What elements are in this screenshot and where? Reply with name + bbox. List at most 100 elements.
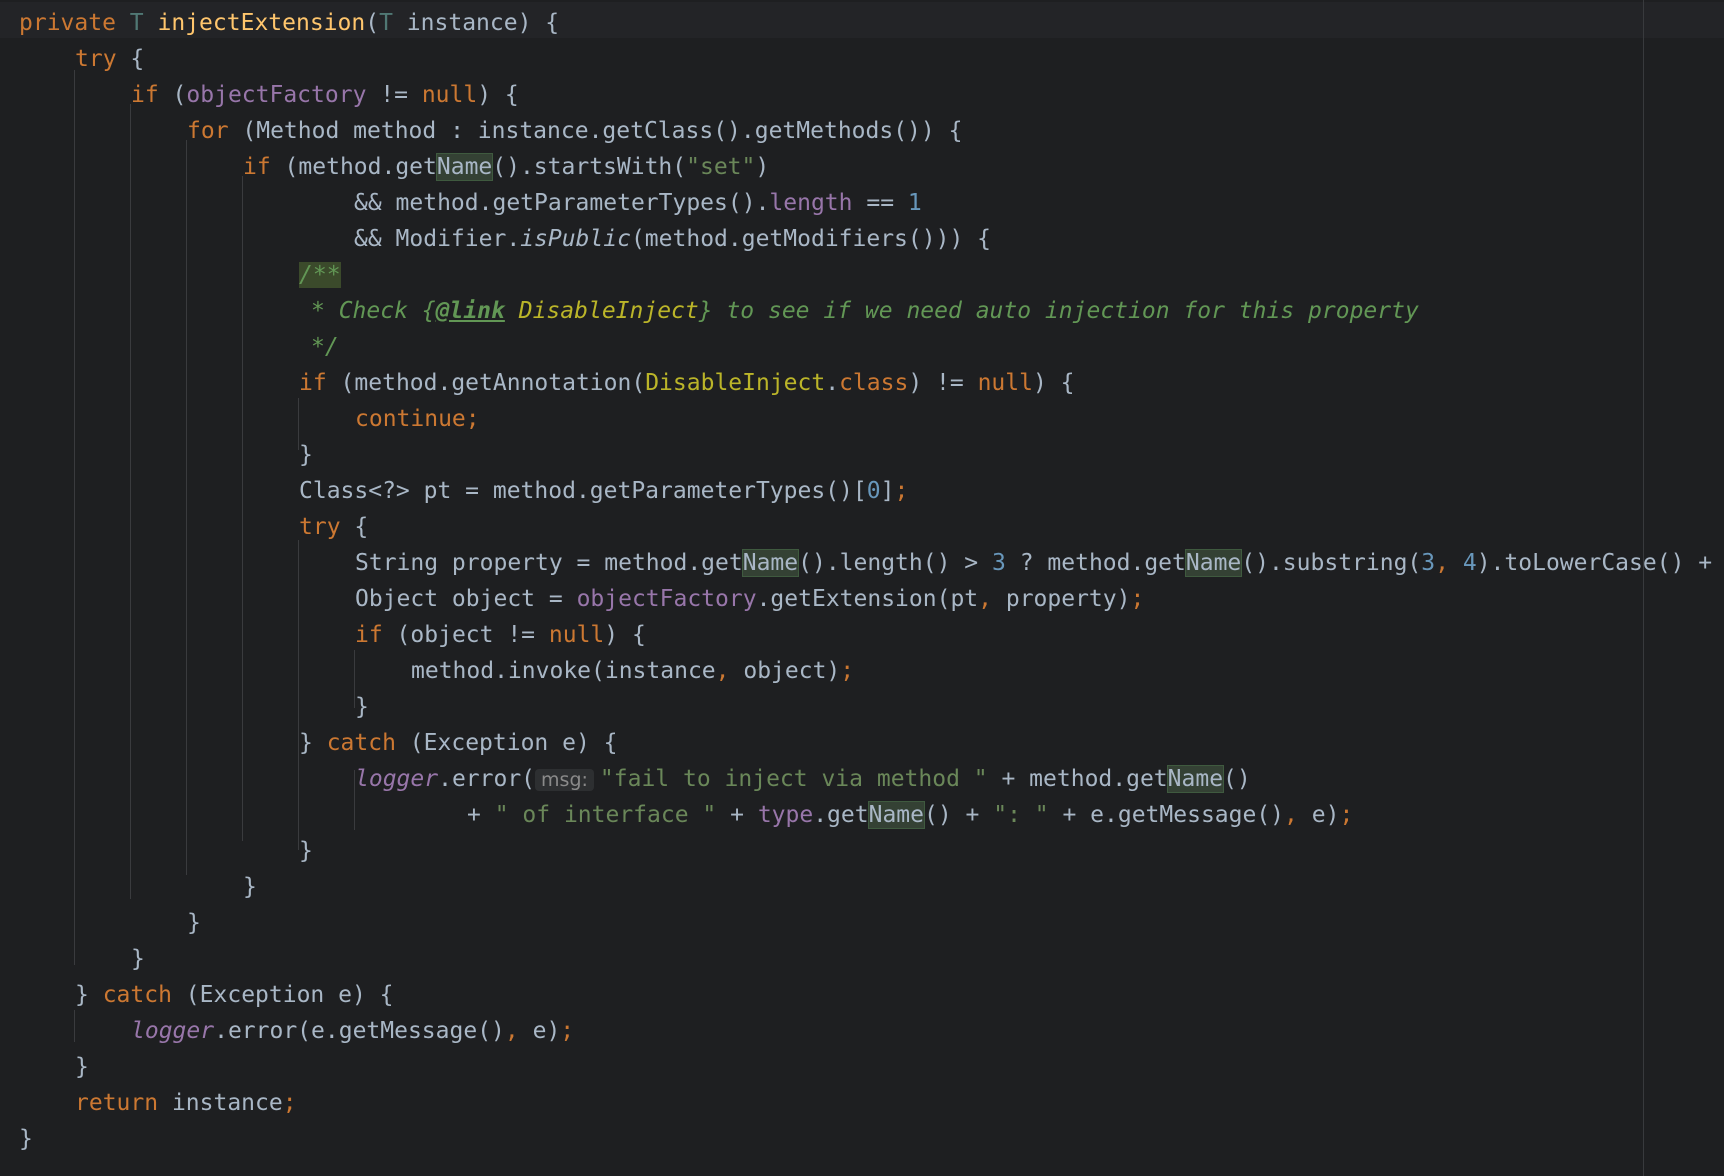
brace: } [299, 442, 313, 468]
doc-comment: */ [311, 334, 339, 360]
code-text: ) { [604, 622, 646, 648]
code-text: e) [1311, 802, 1340, 828]
code-line-for[interactable]: for (Method method : instance.getClass()… [187, 113, 962, 149]
code-line-close-brace[interactable]: } [299, 833, 313, 869]
keyword: if [131, 82, 159, 108]
code-line-cond-length[interactable]: && method.getParameterTypes().length == … [354, 185, 922, 221]
code-line-close-brace[interactable]: } [243, 869, 257, 905]
type-param: T [379, 10, 393, 36]
brace: } [131, 946, 145, 972]
code-line-property[interactable]: String property = method.getName().lengt… [355, 545, 1712, 581]
brace: } [299, 838, 313, 864]
code-line-return[interactable]: return instance; [75, 1085, 297, 1121]
code-text: && Modifier. [354, 226, 521, 252]
string-literal: ": " [993, 802, 1049, 828]
indent-guide [186, 140, 187, 875]
comma: , [504, 1018, 533, 1044]
code-line-close-brace[interactable]: } [75, 1049, 89, 1085]
code-text: instance) { [392, 10, 560, 36]
code-line-close-method[interactable]: } [19, 1121, 33, 1157]
code-text: ().length() > [798, 550, 992, 576]
code-text: (Method method : instance.getClass().get… [228, 118, 963, 144]
code-text: method.invoke(instance [411, 658, 716, 684]
code-text: . [825, 370, 840, 396]
string-literal: "fail to inject via method " [599, 766, 988, 792]
static-method: isPublic [520, 226, 631, 252]
code-line-close-brace[interactable]: } [187, 905, 201, 941]
static-field: logger [131, 1018, 215, 1044]
code-text: (Exception e) { [171, 982, 394, 1008]
code-text: ) != [908, 370, 978, 396]
doc-comment: * Check { [311, 298, 436, 324]
code-text: ] [880, 478, 895, 504]
keyword: private [19, 10, 116, 36]
code-line-close-brace[interactable]: } [131, 941, 145, 977]
code-text: Object object = [355, 586, 577, 612]
keyword: null [977, 370, 1033, 396]
code-line-if-object[interactable]: if (object != null) { [355, 617, 646, 653]
code-line-close-brace[interactable]: } [299, 437, 313, 473]
code-line-try[interactable]: try { [75, 41, 144, 77]
brace: } [19, 1126, 33, 1152]
string-literal: "set" [686, 154, 756, 180]
code-line-if-factory[interactable]: if (objectFactory != null) { [131, 77, 519, 113]
code-line-try-inner[interactable]: try { [299, 509, 368, 545]
code-line-class-pt[interactable]: Class<?> pt = method.getParameterTypes()… [299, 473, 908, 509]
semicolon: ; [282, 1090, 297, 1116]
code-line-doc-start[interactable]: /** [299, 257, 341, 293]
code-line-if-set[interactable]: if (method.getName().startsWith("set") [243, 149, 769, 185]
code-text: ( [158, 82, 187, 108]
semicolon: ; [840, 658, 855, 684]
code-line-catch-outer[interactable]: } catch (Exception e) { [75, 977, 394, 1013]
code-text: e) [532, 1018, 561, 1044]
brace: } [243, 874, 257, 900]
keyword: class [839, 370, 909, 396]
code-line-signature[interactable]: private T injectExtension(T instance) { [19, 5, 559, 41]
code-line-continue[interactable]: continue; [355, 401, 480, 437]
code-text: } [299, 730, 327, 756]
code-line-catch-inner[interactable]: } catch (Exception e) { [299, 725, 618, 761]
code-line-logger-continued[interactable]: + " of interface " + type.getName() + ":… [467, 797, 1353, 833]
doc-class-ref: DisableInject [518, 298, 699, 324]
keyword: catch [326, 730, 396, 756]
number-literal: 3 [1421, 550, 1436, 576]
doc-comment [505, 298, 519, 324]
code-line-object[interactable]: Object object = objectFactory.getExtensi… [355, 581, 1144, 617]
doc-link-tag: @link [435, 298, 505, 324]
code-text: ().substring( [1241, 550, 1422, 576]
code-text: } [75, 982, 103, 1008]
indent-guide [130, 104, 131, 899]
code-editor[interactable]: private T injectExtension(T instance) { … [0, 0, 1724, 1176]
keyword: for [187, 118, 229, 144]
number-literal: 0 [866, 478, 881, 504]
code-text: ).toLowerCase() + [1476, 550, 1713, 576]
code-line-cond-public[interactable]: && Modifier.isPublic(method.getModifiers… [354, 221, 991, 257]
code-line-logger-error[interactable]: logger.error(msg: "fail to inject via met… [355, 761, 1251, 797]
code-line-logger-outer[interactable]: logger.error(e.getMessage(), e); [131, 1013, 574, 1049]
indent-guide [74, 1010, 75, 1042]
code-text: property) [1005, 586, 1131, 612]
keyword: if [355, 622, 383, 648]
code-text: () [1223, 766, 1251, 792]
code-text: ( [365, 10, 380, 36]
code-text: + method.get [987, 766, 1168, 792]
code-text: + e.getMessage() [1048, 802, 1285, 828]
code-line-close-brace[interactable]: } [355, 689, 369, 725]
brace: } [75, 1054, 89, 1080]
keyword: continue [355, 406, 466, 432]
code-line-invoke[interactable]: method.invoke(instance, object); [411, 653, 854, 689]
code-text: .error(e.getMessage() [214, 1018, 505, 1044]
field: objectFactory [186, 82, 367, 108]
code-text: (Exception e) { [395, 730, 618, 756]
code-text: (method.getAnnotation( [326, 370, 646, 396]
code-line-doc-end[interactable]: */ [311, 329, 339, 365]
indent-guide [242, 176, 243, 841]
code-text: ) [755, 154, 770, 180]
code-text: () + [923, 802, 994, 828]
code-text: && method.getParameterTypes(). [354, 190, 770, 216]
usage-highlight: Name [1184, 549, 1243, 577]
code-line-doc-body[interactable]: * Check {@link DisableInject} to see if … [311, 293, 1419, 329]
code-text: + [467, 802, 495, 828]
code-line-if-annotation[interactable]: if (method.getAnnotation(DisableInject.c… [299, 365, 1075, 401]
field: objectFactory [576, 586, 757, 612]
